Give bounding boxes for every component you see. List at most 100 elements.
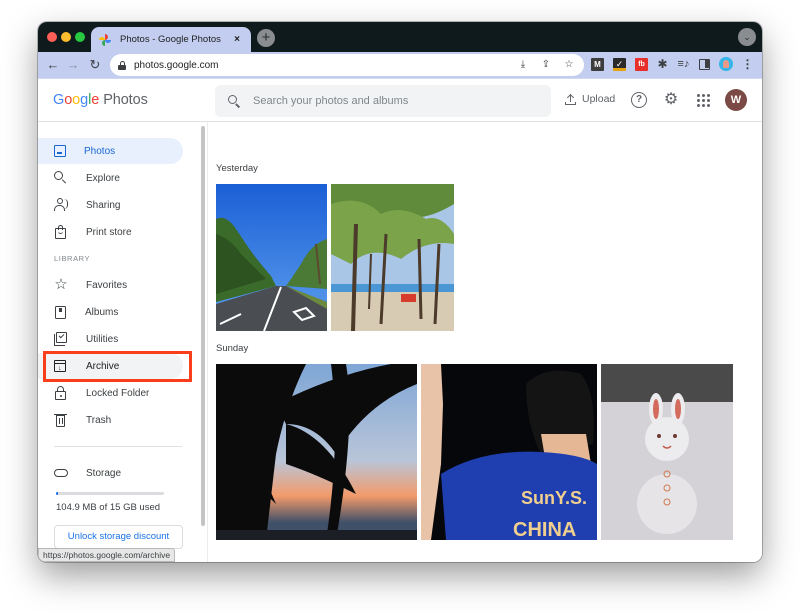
sidebar-item-sharing[interactable]: Sharing (38, 192, 183, 218)
jersey-country-text: CHINA (513, 519, 576, 540)
side-panel-icon[interactable] (699, 59, 710, 70)
forward-button[interactable]: → (63, 55, 83, 75)
logo-product-name: Photos (103, 92, 148, 108)
photo-palm-sunset-image (216, 364, 417, 540)
star-icon: ☆ (54, 276, 68, 293)
bookmark-star-icon[interactable]: ☆ (562, 58, 576, 72)
account-avatar[interactable]: W (725, 89, 747, 111)
sidebar-item-label: Albums (85, 306, 119, 318)
logo-letter: g (80, 92, 89, 108)
date-heading-yesterday: Yesterday (216, 163, 258, 174)
sidebar-divider (54, 446, 182, 447)
sidebar-item-favorites[interactable]: ☆ Favorites (38, 272, 183, 298)
reload-button[interactable]: ↻ (85, 55, 105, 75)
address-bar[interactable]: photos.google.com ⤓ ⇪ ☆ (110, 54, 584, 76)
browser-menu-icon[interactable]: ⋮ (741, 58, 754, 71)
sidebar-item-label: Print store (86, 226, 132, 238)
lock-icon (54, 386, 68, 400)
sidebar-item-print-store[interactable]: Print store (38, 219, 183, 245)
puzzle-extensions-icon[interactable]: ✱ (656, 58, 669, 71)
photo-table-tennis-player[interactable]: SunY.S. CHINA (421, 364, 597, 540)
tab-title: Photos - Google Photos (120, 34, 221, 45)
search-icon (54, 171, 68, 185)
sidebar-item-storage[interactable]: Storage (38, 460, 183, 486)
photo-snow-bunny[interactable] (601, 364, 733, 540)
sidebar-item-label: Sharing (86, 199, 121, 211)
sidebar-item-label: Utilities (86, 333, 119, 345)
storage-usage-bar (56, 492, 164, 495)
sidebar-item-locked-folder[interactable]: Locked Folder (38, 380, 183, 406)
storage-usage-text: 104.9 MB of 15 GB used (56, 502, 161, 513)
google-photos-logo[interactable]: Google Photos (53, 92, 148, 108)
sidebar-item-utilities[interactable]: Utilities (38, 326, 183, 352)
browser-window: Photos - Google Photos × + ⌄ ← → ↻ photo… (38, 22, 762, 562)
photo-beach-palms[interactable] (331, 184, 454, 331)
checkmark-extension-icon[interactable]: ✓ (613, 58, 626, 71)
library-heading: LIBRARY (54, 254, 91, 263)
trash-icon (54, 413, 68, 427)
sidebar-scrollbar-thumb[interactable] (201, 126, 205, 526)
lock-icon[interactable] (118, 60, 126, 70)
sidebar-item-label: Trash (86, 414, 112, 426)
sidebar-item-explore[interactable]: Explore (38, 165, 183, 191)
album-icon (55, 305, 66, 319)
tab-google-photos[interactable]: Photos - Google Photos × (91, 27, 251, 52)
cloud-icon (54, 466, 68, 480)
search-input[interactable] (253, 95, 539, 107)
profile-avatar-icon[interactable] (719, 57, 733, 71)
tab-close-icon[interactable]: × (231, 34, 243, 45)
minimize-window-button[interactable] (61, 32, 71, 42)
logo-letter: o (72, 92, 81, 108)
photo-road-palms-image (216, 184, 327, 331)
sidebar: Photos Explore Sharing Print store LIBRA… (38, 122, 198, 562)
photo-table-tennis-player-image: SunY.S. CHINA (421, 364, 597, 540)
sidebar-item-trash[interactable]: Trash (38, 407, 183, 433)
date-heading-sunday: Sunday (216, 343, 249, 354)
unlock-storage-discount-button[interactable]: Unlock storage discount (54, 525, 183, 549)
sidebar-item-photos[interactable]: Photos (38, 138, 183, 164)
maximize-window-button[interactable] (75, 32, 85, 42)
google-photos-pinwheel-icon (99, 33, 111, 46)
tab-strip: Photos - Google Photos × + ⌄ (38, 22, 762, 52)
sidebar-scrollbar[interactable] (198, 122, 208, 562)
logo-letter: G (53, 92, 65, 108)
browser-toolbar: ← → ↻ photos.google.com ⤓ ⇪ ☆ M ✓ fb ✱ ≡… (38, 52, 762, 78)
photo-grid: Yesterday Sunday SunY.S. CHINA (209, 122, 762, 562)
sidebar-item-label: Locked Folder (86, 387, 150, 399)
close-window-button[interactable] (47, 32, 57, 42)
status-bar-url-tooltip: https://photos.google.com/archive (38, 548, 176, 562)
install-app-icon[interactable]: ⤓ (516, 58, 530, 72)
sidebar-item-label: Explore (86, 172, 120, 184)
url-text[interactable]: photos.google.com (134, 60, 507, 71)
tab-search-button[interactable]: ⌄ (738, 28, 756, 46)
shopping-bag-icon (54, 225, 68, 239)
sidebar-item-label: Photos (84, 145, 116, 157)
help-icon[interactable]: ? (631, 92, 647, 108)
gear-icon[interactable]: ⚙ (663, 92, 679, 108)
sidebar-item-label: Favorites (86, 279, 128, 291)
search-box[interactable] (215, 85, 551, 117)
m-extension-icon[interactable]: M (591, 58, 604, 71)
share-icon[interactable]: ⇪ (539, 58, 553, 72)
media-control-icon[interactable]: ≡♪ (677, 58, 690, 71)
photo-beach-palms-image (331, 184, 454, 331)
upload-button[interactable]: Upload (565, 93, 615, 105)
sidebar-item-albums[interactable]: Albums (38, 299, 183, 325)
new-tab-button[interactable]: + (257, 29, 275, 47)
search-icon[interactable] (227, 94, 241, 108)
photo-road-palms[interactable] (216, 184, 327, 331)
apps-grid-icon[interactable] (695, 92, 711, 108)
photos-icon (54, 145, 66, 157)
logo-letter: e (91, 92, 100, 108)
upload-icon (565, 93, 576, 105)
archive-highlight-annotation (43, 351, 192, 382)
sidebar-item-label: Storage (86, 467, 122, 479)
app-header: GooglePhotos Upload ? ⚙ W (38, 78, 762, 122)
red-extension-icon[interactable]: fb (635, 58, 648, 71)
photo-palm-sunset[interactable] (216, 364, 417, 540)
logo-letter: o (64, 92, 73, 108)
upload-label: Upload (582, 93, 616, 105)
storage-usage-fill (56, 492, 59, 495)
back-button[interactable]: ← (43, 55, 63, 75)
jersey-name-text: SunY.S. (521, 488, 587, 508)
